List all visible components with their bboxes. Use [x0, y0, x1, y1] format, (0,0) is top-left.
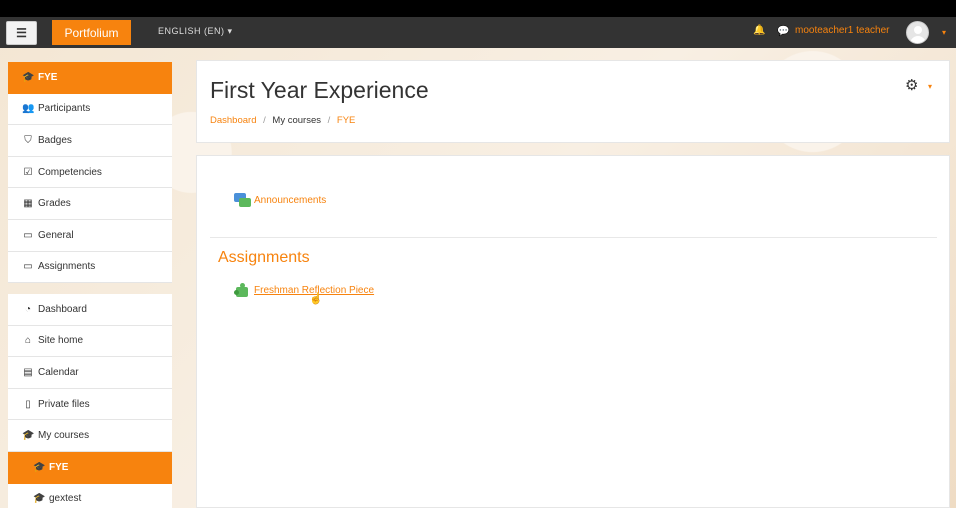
chevron-down-icon[interactable]: ▾ — [928, 82, 932, 91]
avatar[interactable] — [906, 21, 929, 44]
page-title: First Year Experience — [210, 77, 429, 103]
sidebar-item-grades[interactable]: ▦ Grades — [8, 188, 172, 220]
folder-icon: ▭ — [23, 229, 33, 241]
sidebar-item-general[interactable]: ▭ General — [8, 219, 172, 252]
sidebar-item-label: Calendar — [38, 366, 79, 378]
sidebar-item-label: FYE — [49, 462, 69, 474]
assignment-activity[interactable]: Freshman Reflection Piece — [234, 283, 374, 298]
user-name[interactable]: mooteacher1 teacher — [795, 25, 890, 36]
file-icon: ▯ — [25, 398, 31, 410]
sidebar-item-site-home[interactable]: ⌂ Site home — [8, 325, 172, 358]
table-icon: ▦ — [23, 198, 33, 210]
graduation-cap-icon: 🎓 — [33, 493, 46, 505]
sidebar-item-label: Dashboard — [38, 303, 87, 315]
sidebar-item-my-courses[interactable]: 🎓 My courses — [8, 420, 172, 452]
sidebar-item-label: Assignments — [38, 261, 96, 273]
site-nav-block: ◔ Dashboard ⌂ Site home ▤ Calendar ▯ Pri… — [8, 294, 172, 508]
hamburger-icon: ☰ — [16, 26, 27, 40]
sidebar-item-fye[interactable]: 🎓 FYE — [8, 451, 172, 484]
bell-icon[interactable]: 🔔 — [753, 25, 765, 36]
breadcrumb: Dashboard / My courses / FYE — [210, 115, 355, 126]
forum-icon — [234, 193, 251, 208]
gear-icon[interactable]: ⚙ — [905, 76, 918, 94]
top-navbar: ☰ Portfolium ENGLISH (EN) ▾ 🔔 💬 mooteach… — [0, 17, 956, 48]
sidebar-item-participants[interactable]: 👥 Participants — [8, 93, 172, 126]
graduation-cap-icon: 🎓 — [33, 462, 46, 474]
breadcrumb-separator: / — [263, 115, 266, 126]
home-icon: ⌂ — [24, 335, 32, 347]
section-title: Assignments — [218, 249, 310, 266]
page-header: First Year Experience Dashboard / My cou… — [196, 60, 950, 143]
chevron-down-icon: ▾ — [227, 26, 233, 36]
sidebar-item-label: Badges — [38, 134, 72, 146]
calendar-icon: ▤ — [23, 366, 33, 378]
graduation-cap-icon: 🎓 — [22, 72, 35, 84]
sidebar-item-assignments[interactable]: ▭ Assignments — [8, 251, 172, 284]
menu-toggle-button[interactable]: ☰ — [6, 21, 37, 45]
course-nav-block: 🎓 FYE 👥 Participants ⛉ Badges ☑ Competen… — [8, 62, 172, 284]
sidebar-item-badges[interactable]: ⛉ Badges — [8, 125, 172, 157]
course-content: Announcements Assignments Freshman Refle… — [196, 155, 950, 508]
puzzle-icon — [234, 283, 251, 298]
sidebar-item-calendar[interactable]: ▤ Calendar — [8, 357, 172, 389]
sidebar-item-private-files[interactable]: ▯ Private files — [8, 388, 172, 421]
sidebar-item-dashboard[interactable]: ◔ Dashboard — [8, 294, 172, 326]
breadcrumb-my-courses[interactable]: My courses — [272, 115, 321, 126]
sidebar-item-label: Participants — [38, 103, 91, 115]
dashboard-icon: ◔ — [24, 303, 32, 315]
sidebar-item-label: General — [38, 229, 74, 241]
sidebar-item-label: Site home — [38, 335, 84, 347]
chevron-down-icon[interactable]: ▾ — [942, 28, 946, 37]
sidebar-item-gextest[interactable]: 🎓 gextest — [8, 483, 172, 508]
announcements-link[interactable]: Announcements — [254, 195, 326, 206]
breadcrumb-fye[interactable]: FYE — [337, 115, 355, 126]
language-label: ENGLISH (EN) — [158, 26, 225, 36]
brand-logo[interactable]: Portfolium — [52, 20, 131, 45]
sidebar-item-fye-course[interactable]: 🎓 FYE — [8, 62, 172, 94]
sidebar-item-label: FYE — [38, 72, 58, 84]
chat-icon[interactable]: 💬 — [777, 26, 789, 37]
hand-cursor-icon: ☝ — [309, 293, 323, 305]
top-black-bar — [0, 0, 956, 17]
breadcrumb-dashboard[interactable]: Dashboard — [210, 115, 256, 126]
sidebar-item-label: gextest — [49, 493, 82, 505]
graduation-cap-icon: 🎓 — [22, 430, 35, 442]
sidebar-item-label: Grades — [38, 198, 71, 210]
section-divider — [210, 237, 937, 238]
sidebar-item-label: Private files — [38, 398, 90, 410]
checkbox-icon: ☑ — [23, 166, 33, 178]
breadcrumb-separator: / — [327, 115, 331, 126]
sidebar-item-label: Competencies — [38, 166, 102, 178]
language-menu[interactable]: ENGLISH (EN) ▾ — [158, 26, 233, 37]
users-icon: 👥 — [22, 103, 35, 115]
sidebar-item-competencies[interactable]: ☑ Competencies — [8, 156, 172, 189]
announcements-activity[interactable]: Announcements — [234, 193, 326, 208]
shield-icon: ⛉ — [24, 134, 32, 146]
sidebar-item-label: My courses — [38, 430, 90, 442]
folder-icon: ▭ — [23, 261, 33, 273]
